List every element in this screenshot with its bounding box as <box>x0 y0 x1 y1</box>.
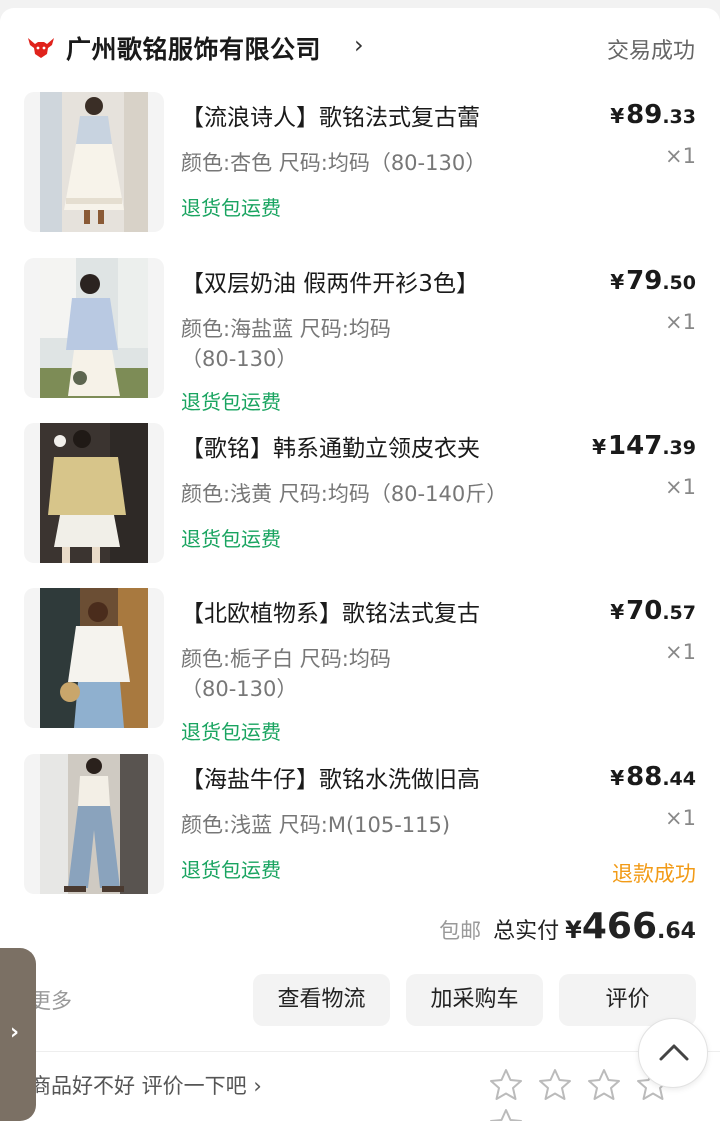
product-thumbnail[interactable] <box>24 423 164 563</box>
price-decimal: .57 <box>662 602 696 624</box>
price-integer: 89 <box>626 100 663 130</box>
product-title[interactable]: 【歌铭】韩系通勤立领皮衣夹 <box>181 429 480 463</box>
shop-name[interactable]: 广州歌铭服饰有限公司 <box>66 30 321 66</box>
scroll-to-top-button[interactable] <box>638 1018 708 1088</box>
price-integer: 147 <box>608 431 663 461</box>
product-spec: 颜色:浅黄 尺码:均码（80-140斤） <box>181 482 508 506</box>
view-logistics-button[interactable]: 查看物流 <box>253 974 390 1026</box>
product-spec: 颜色:杏色 尺码:均码（80-130） <box>181 151 487 175</box>
product-photo-cardigan <box>40 258 148 398</box>
product-quantity: ×1 <box>665 640 696 664</box>
product-photo-lace-skirt <box>40 92 148 232</box>
product-title[interactable]: 【双层奶油 假两件开衫3色】 <box>181 264 479 298</box>
total-currency: ¥ <box>565 916 582 944</box>
price-currency: ¥ <box>610 600 625 624</box>
return-shipping-tag: 退货包运费 <box>181 196 281 220</box>
product-price: ¥89.33 <box>610 100 696 130</box>
product-thumbnail[interactable] <box>24 258 164 398</box>
product-quantity: ×1 <box>665 806 696 830</box>
product-title[interactable]: 【北欧植物系】歌铭法式复古 <box>181 594 480 628</box>
shop-chevron-icon[interactable]: › <box>354 31 364 59</box>
price-currency: ¥ <box>610 766 625 790</box>
order-item[interactable]: 【海盐牛仔】歌铭水洗做旧高 颜色:浅蓝 尺码:M(105-115) 退货包运费 … <box>0 754 720 904</box>
product-spec: 颜色:栀子白 尺码:均码（80-130） <box>181 647 391 701</box>
star-outline-icon[interactable] <box>488 1067 524 1103</box>
side-drawer-handle[interactable]: › <box>0 948 36 1121</box>
order-header: 广州歌铭服饰有限公司 › 交易成功 <box>0 8 720 88</box>
product-photo-blouse <box>40 588 148 728</box>
price-decimal: .44 <box>662 768 696 790</box>
product-title[interactable]: 【流浪诗人】歌铭法式复古蕾 <box>181 98 480 132</box>
review-prompt[interactable]: 商品好不好 评价一下吧 › <box>30 1070 262 1100</box>
order-card: 广州歌铭服饰有限公司 › 交易成功 【流浪诗人】歌铭法式复古蕾 颜色:杏色 尺码… <box>0 8 720 1121</box>
chevron-up-icon <box>659 1044 689 1061</box>
star-outline-icon[interactable] <box>537 1067 573 1103</box>
product-thumbnail[interactable] <box>24 92 164 232</box>
product-thumbnail[interactable] <box>24 588 164 728</box>
product-price: ¥70.57 <box>610 596 696 626</box>
product-title[interactable]: 【海盐牛仔】歌铭水洗做旧高 <box>181 760 480 794</box>
product-thumbnail[interactable] <box>24 754 164 894</box>
return-shipping-tag: 退货包运费 <box>181 527 281 551</box>
product-quantity: ×1 <box>665 475 696 499</box>
return-shipping-tag: 退货包运费 <box>181 390 281 414</box>
return-shipping-tag: 退货包运费 <box>181 720 281 744</box>
chevron-right-icon: › <box>10 1020 20 1045</box>
product-price: ¥79.50 <box>610 266 696 296</box>
order-item[interactable]: 【双层奶油 假两件开衫3色】 颜色:海盐蓝 尺码:均码（80-130） 退货包运… <box>0 258 720 414</box>
price-decimal: .39 <box>662 437 696 459</box>
star-outline-icon[interactable] <box>488 1107 524 1121</box>
more-link[interactable]: 更多 <box>30 985 72 1015</box>
product-price: ¥88.44 <box>610 762 696 792</box>
product-price: ¥147.39 <box>592 431 696 461</box>
total-decimal: .64 <box>657 919 696 944</box>
add-to-cart-button[interactable]: 加采购车 <box>406 974 543 1026</box>
product-photo-jeans <box>40 754 148 894</box>
product-spec: 颜色:浅蓝 尺码:M(105-115) <box>181 813 451 837</box>
red-bull-logo-icon <box>28 38 54 58</box>
free-shipping-label: 包邮 <box>439 919 482 943</box>
order-item[interactable]: 【流浪诗人】歌铭法式复古蕾 颜色:杏色 尺码:均码（80-130） 退货包运费 … <box>0 92 720 242</box>
star-outline-icon[interactable] <box>586 1067 622 1103</box>
product-quantity: ×1 <box>665 144 696 168</box>
product-quantity: ×1 <box>665 310 696 334</box>
total-paid-label: 总实付 <box>493 919 560 944</box>
price-integer: 88 <box>626 762 663 792</box>
order-item[interactable]: 【北欧植物系】歌铭法式复古 颜色:栀子白 尺码:均码（80-130） 退货包运费… <box>0 588 720 744</box>
order-total: 包邮 总实付 ¥466.64 <box>439 906 696 947</box>
price-integer: 70 <box>626 596 663 626</box>
price-currency: ¥ <box>592 435 607 459</box>
divider <box>30 1051 720 1052</box>
price-integer: 79 <box>626 266 663 296</box>
product-photo-jacket <box>40 423 148 563</box>
return-shipping-tag: 退货包运费 <box>181 858 281 882</box>
order-status: 交易成功 <box>606 39 695 64</box>
order-item[interactable]: 【歌铭】韩系通勤立领皮衣夹 颜色:浅黄 尺码:均码（80-140斤） 退货包运费… <box>0 423 720 573</box>
price-decimal: .33 <box>662 106 696 128</box>
price-currency: ¥ <box>610 104 625 128</box>
price-currency: ¥ <box>610 270 625 294</box>
refund-status[interactable]: 退款成功 <box>612 858 696 888</box>
product-spec: 颜色:海盐蓝 尺码:均码（80-130） <box>181 317 391 371</box>
total-integer: 466 <box>581 906 658 947</box>
price-decimal: .50 <box>662 272 696 294</box>
